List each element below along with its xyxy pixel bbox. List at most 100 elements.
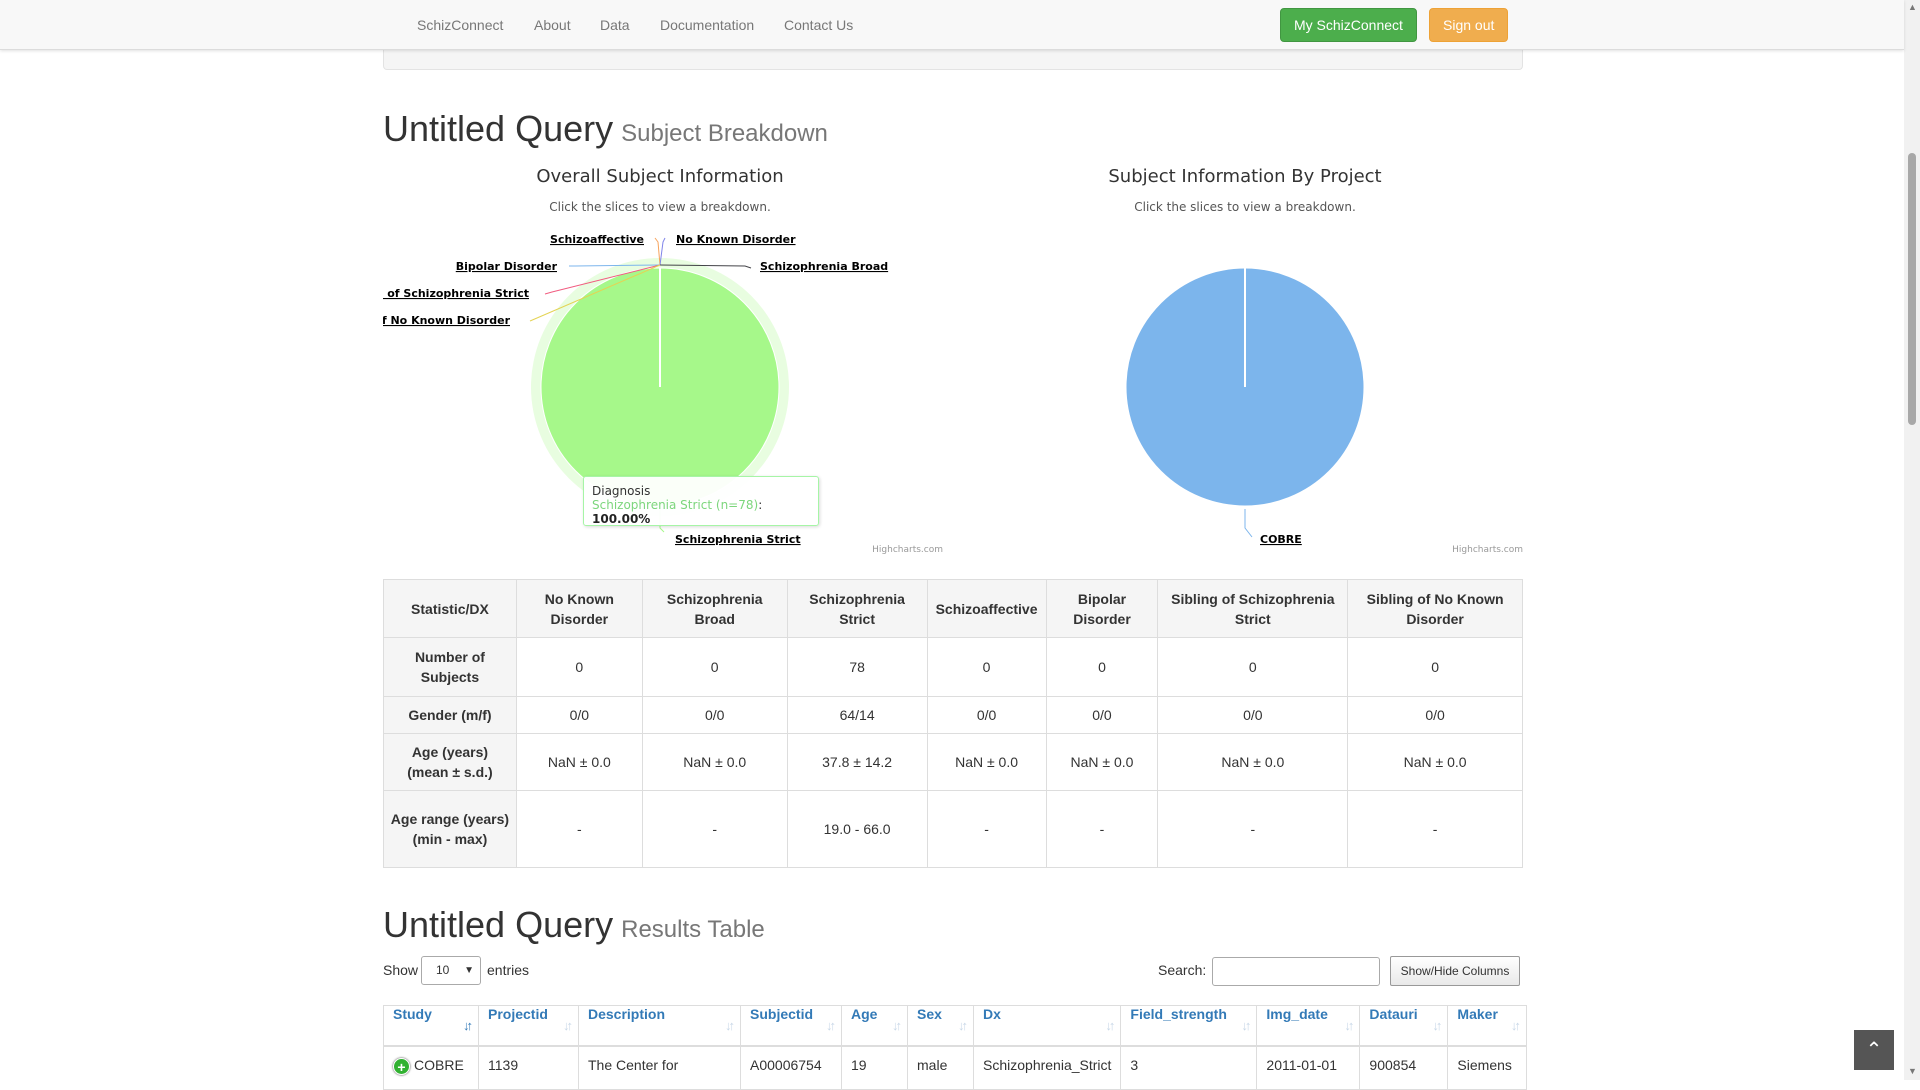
stats-cell: NaN ± 0.0	[1157, 733, 1349, 791]
column-header-dx[interactable]: Dx ↓↑	[973, 1005, 1122, 1047]
sort-icon: ↓↑	[958, 1018, 968, 1033]
overall-chart-credits[interactable]: Highcharts.com	[872, 545, 943, 555]
cell-projectid: 1139	[478, 1045, 579, 1090]
stats-cell: NaN ± 0.0	[1347, 733, 1523, 791]
page-scrollbar[interactable]: ▲ ▼	[1904, 0, 1920, 1080]
cell-description: The Center for	[578, 1045, 741, 1090]
label-schizoaffective[interactable]: Schizoaffective	[550, 233, 644, 246]
stats-cell: 0/0	[1045, 696, 1159, 734]
my-schizconnect-button[interactable]: My SchizConnect	[1280, 8, 1417, 42]
project-pie-svg: COBRE	[1125, 267, 1365, 546]
sort-icon: ↓↑	[826, 1018, 836, 1033]
stats-cell: 0/0	[926, 696, 1047, 734]
label-no-known-disorder[interactable]: No Known Disorder	[676, 233, 796, 246]
stats-row: Gender (m/f) 0/0 0/0 64/14 0/0 0/0 0/0 0…	[383, 696, 1523, 734]
stats-cell: 0	[641, 637, 788, 697]
stats-cell: 0	[1347, 637, 1523, 697]
column-header-description[interactable]: Description ↓↑	[578, 1005, 741, 1047]
entries-select[interactable]: 10 ▼	[421, 956, 481, 985]
scrollbar-thumb[interactable]	[1908, 153, 1916, 425]
stats-cell: 0/0	[641, 696, 788, 734]
stats-header-cell: Sibling of No Known Disorder	[1347, 579, 1523, 638]
stats-cell: 0	[515, 637, 643, 697]
column-header-img-date[interactable]: Img_date ↓↑	[1256, 1005, 1361, 1047]
column-label: Field_strength	[1130, 1006, 1227, 1022]
stats-header-row: Statistic/DX No Known Disorder Schizophr…	[383, 579, 1523, 638]
label-sibling-schizophrenia-strict[interactable]: Sibling of Schizophrenia Strict	[375, 287, 529, 300]
results-subtitle: Results Table	[621, 916, 765, 943]
column-header-field-strength[interactable]: Field_strength ↓↑	[1120, 1005, 1258, 1047]
sort-ascending-icon: ↓↑	[463, 1018, 473, 1033]
label-sibling-no-known-disorder[interactable]: Sibling of No Known Disorder	[375, 314, 511, 327]
nav-contact-link[interactable]: Contact Us	[784, 17, 853, 33]
column-label: Maker	[1457, 1006, 1498, 1022]
stats-row-label: Gender (m/f)	[383, 696, 517, 734]
sort-icon: ↓↑	[563, 1018, 573, 1033]
column-header-maker[interactable]: Maker ↓↑	[1447, 1005, 1527, 1047]
cell-dx: Schizophrenia_Strict	[973, 1045, 1122, 1090]
stats-row-label: Age range (years) (min - max)	[383, 790, 517, 868]
show-label: Show	[383, 962, 419, 978]
stats-row-label: Age (years) (mean ± s.d.)	[383, 733, 517, 791]
tooltip-value: 100.00%	[592, 512, 651, 526]
sort-icon: ↓↑	[725, 1018, 735, 1033]
entries-label: entries	[487, 962, 530, 978]
top-navbar: SchizConnect About Data Documentation Co…	[0, 0, 1904, 50]
cell-text: COBRE	[414, 1056, 464, 1073]
column-label: Datauri	[1369, 1006, 1418, 1022]
column-label: Age	[851, 1006, 878, 1022]
label-cobre[interactable]: COBRE	[1260, 533, 1302, 546]
tooltip-header: Diagnosis	[592, 484, 651, 498]
stats-header-cell: Schizophrenia Strict	[786, 579, 928, 638]
project-subject-chart: Subject Information By Project Click the…	[960, 160, 1530, 560]
table-row[interactable]: + COBRE 1139 The Center for A00006754 19 …	[383, 1045, 1527, 1090]
stats-cell: -	[1045, 790, 1159, 868]
connector-cobre	[1244, 509, 1253, 538]
cell-subjectid: A00006754	[739, 1045, 843, 1090]
column-header-sex[interactable]: Sex ↓↑	[907, 1005, 975, 1047]
column-label: Projectid	[488, 1006, 548, 1022]
stats-cell: 78	[786, 637, 928, 697]
search-input[interactable]	[1212, 957, 1380, 986]
stats-cell: 64/14	[786, 696, 928, 734]
column-label: Study	[393, 1006, 432, 1022]
stats-cell: NaN ± 0.0	[1045, 733, 1159, 791]
cell-img-date: 2011-01-01	[1256, 1045, 1361, 1090]
chevron-up-icon: ⌃	[1865, 1039, 1883, 1061]
nav-about-link[interactable]: About	[534, 17, 571, 33]
label-schizophrenia-broad[interactable]: Schizophrenia Broad	[760, 260, 888, 273]
column-label: Img_date	[1266, 1006, 1328, 1022]
show-hide-columns-button[interactable]: Show/Hide Columns	[1390, 956, 1520, 986]
stats-cell: 19.0 - 66.0	[786, 790, 928, 868]
stats-row: Age range (years) (min - max) - - 19.0 -…	[383, 790, 1523, 868]
column-header-study[interactable]: Study ↓↑	[383, 1005, 479, 1047]
column-label: Dx	[983, 1006, 1001, 1022]
stats-cell: NaN ± 0.0	[641, 733, 788, 791]
cell-maker: Siemens	[1447, 1045, 1527, 1090]
sign-out-button[interactable]: Sign out	[1429, 8, 1509, 42]
chevron-down-icon: ▼	[464, 965, 474, 976]
column-header-age[interactable]: Age ↓↑	[841, 1005, 909, 1047]
nav-documentation-link[interactable]: Documentation	[660, 17, 754, 33]
query-panel-bottom	[383, 50, 1523, 70]
project-chart-credits[interactable]: Highcharts.com	[1452, 545, 1523, 555]
stats-cell: -	[1157, 790, 1349, 868]
scroll-up-arrow-icon[interactable]: ▲	[1908, 2, 1917, 12]
brand-link[interactable]: SchizConnect	[417, 17, 503, 33]
search-label: Search:	[1158, 962, 1207, 978]
column-label: Description	[588, 1006, 666, 1022]
back-to-top-button[interactable]: ⌃	[1854, 1030, 1894, 1070]
expand-row-icon[interactable]: +	[393, 1057, 410, 1075]
stats-cell: -	[515, 790, 643, 868]
sort-icon: ↓↑	[1510, 1018, 1521, 1033]
nav-data-link[interactable]: Data	[600, 17, 630, 33]
column-header-projectid[interactable]: Projectid ↓↑	[478, 1005, 579, 1047]
label-schizophrenia-strict[interactable]: Schizophrenia Strict	[675, 533, 801, 546]
label-bipolar-disorder[interactable]: Bipolar Disorder	[456, 260, 558, 273]
stats-cell: 0/0	[1347, 696, 1523, 734]
results-title: Untitled Query	[383, 904, 614, 945]
breakdown-heading: Untitled Query Subject Breakdown	[383, 108, 828, 150]
column-header-datauri[interactable]: Datauri ↓↑	[1359, 1005, 1449, 1047]
column-header-subjectid[interactable]: Subjectid ↓↑	[739, 1005, 843, 1047]
scroll-down-arrow-icon[interactable]: ▼	[1908, 1066, 1917, 1076]
